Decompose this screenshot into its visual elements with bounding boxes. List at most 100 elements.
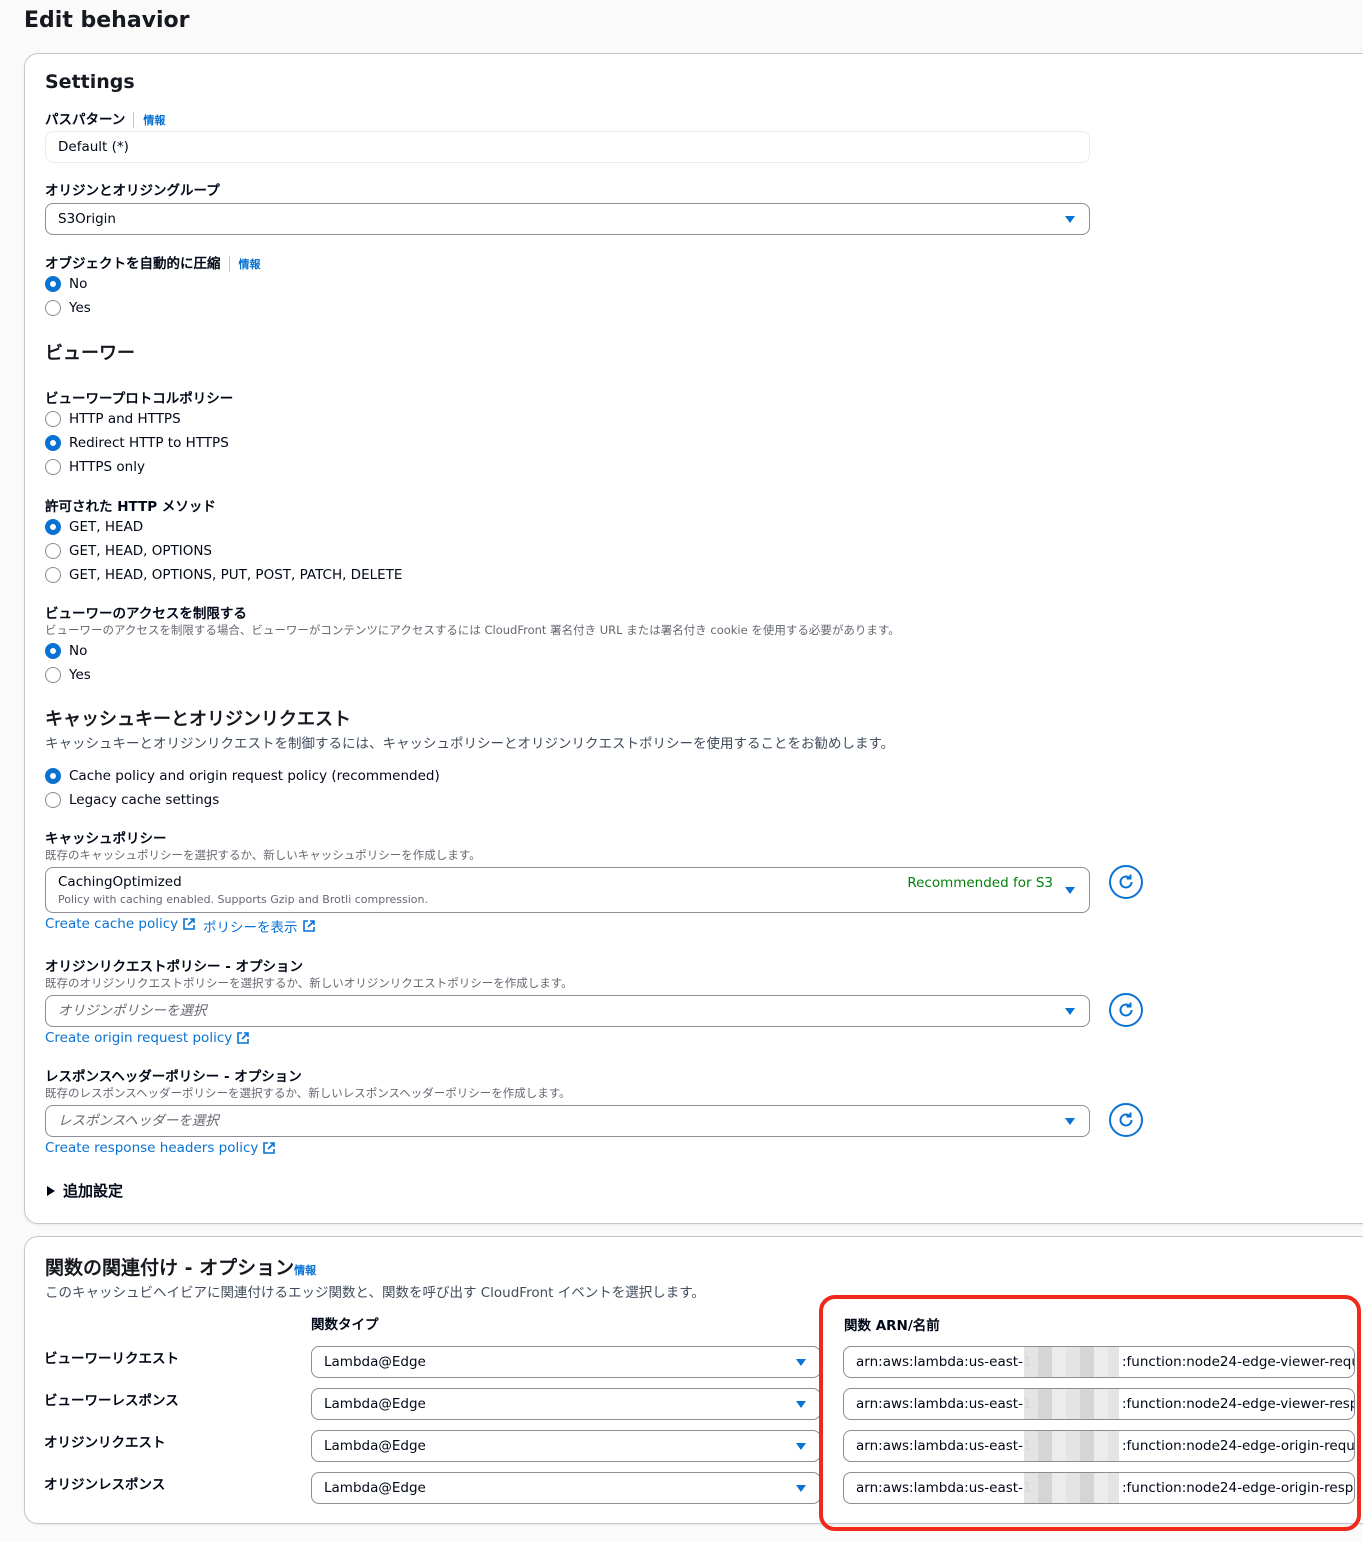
origin-request-policy-placeholder: オリジンポリシーを選択	[58, 1003, 207, 1019]
origin-select-value: S3Origin	[58, 211, 116, 227]
compress-option-no[interactable]: No	[45, 276, 87, 292]
settings-heading: Settings	[45, 71, 135, 93]
column-function-arn: 関数 ARN/名前	[844, 1318, 940, 1334]
methods-option-get-head[interactable]: GET, HEAD	[45, 519, 143, 535]
radio-selected[interactable]	[45, 519, 61, 535]
function-type-select-origin-response[interactable]: Lambda@Edge	[311, 1472, 821, 1504]
cache-heading: キャッシュキーとオリジンリクエスト	[45, 709, 351, 730]
redacted-account-id	[1024, 1473, 1119, 1503]
page-title: Edit behavior	[24, 8, 190, 33]
path-pattern-label: パスパターン 情報	[45, 112, 166, 128]
methods-option-all[interactable]: GET, HEAD, OPTIONS, PUT, POST, PATCH, DE…	[45, 567, 402, 583]
cache-policy-label: キャッシュポリシー	[45, 831, 167, 847]
redacted-account-id	[1024, 1389, 1119, 1419]
event-viewer-request: ビューワーリクエスト	[44, 1351, 179, 1367]
refresh-icon	[1119, 1112, 1133, 1127]
origin-label: オリジンとオリジングループ	[45, 183, 220, 199]
refresh-response-headers-policy-button[interactable]	[1109, 1103, 1143, 1137]
recommended-badge: Recommended for S3	[907, 875, 1053, 891]
origin-select[interactable]: S3Origin	[45, 203, 1090, 235]
protocol-option-redirect[interactable]: Redirect HTTP to HTTPS	[45, 435, 229, 451]
function-associations-heading: 関数の関連付け - オプション情報	[45, 1257, 317, 1279]
event-viewer-response: ビューワーレスポンス	[44, 1393, 179, 1409]
path-pattern-info-link[interactable]: 情報	[133, 112, 165, 128]
redacted-account-id	[1024, 1347, 1119, 1377]
restrict-option-yes[interactable]: Yes	[45, 667, 91, 683]
function-type-select-viewer-request[interactable]: Lambda@Edge	[311, 1346, 821, 1378]
function-arn-input-viewer-request[interactable]: arn:aws:lambda:us-east-1: :function:node…	[843, 1346, 1355, 1378]
function-arn-input-origin-response[interactable]: arn:aws:lambda:us-east-1: :function:node…	[843, 1472, 1355, 1504]
radio-unselected[interactable]	[45, 667, 61, 683]
viewer-heading: ビューワー	[45, 343, 135, 364]
protocol-option-https-only[interactable]: HTTPS only	[45, 459, 145, 475]
caret-down-icon	[1065, 1118, 1075, 1125]
path-pattern-field: Default (*)	[45, 131, 1090, 163]
function-arn-input-viewer-response[interactable]: arn:aws:lambda:us-east-1: :function:node…	[843, 1388, 1355, 1420]
methods-option-get-head-options[interactable]: GET, HEAD, OPTIONS	[45, 543, 212, 559]
refresh-icon	[1119, 874, 1133, 889]
settings-panel: Settings パスパターン 情報 Default (*) オリジンとオリジング…	[24, 53, 1363, 1224]
external-link-icon	[302, 920, 315, 932]
caret-down-icon	[796, 1401, 806, 1408]
create-origin-request-policy-link[interactable]: Create origin request policy	[45, 1030, 250, 1046]
view-policy-link[interactable]: ポリシーを表示	[203, 916, 315, 936]
radio-unselected[interactable]	[45, 459, 61, 475]
external-link-icon	[263, 1142, 276, 1154]
caret-right-icon	[47, 1185, 55, 1196]
cache-policy-select[interactable]: CachingOptimized Policy with caching ena…	[45, 867, 1090, 913]
response-headers-policy-placeholder: レスポンスヘッダーを選択	[58, 1113, 219, 1129]
additional-settings-toggle[interactable]: 追加設定	[47, 1180, 123, 1201]
radio-unselected[interactable]	[45, 300, 61, 316]
protocol-policy-label: ビューワープロトコルポリシー	[45, 391, 234, 407]
origin-request-policy-description: 既存のオリジンリクエストポリシーを選択するか、新しいオリジンリクエストポリシーを…	[45, 976, 573, 990]
restrict-access-label: ビューワーのアクセスを制限する	[45, 606, 247, 622]
response-headers-policy-select[interactable]: レスポンスヘッダーを選択	[45, 1105, 1090, 1137]
cache-description: キャッシュキーとオリジンリクエストを制御するには、キャッシュポリシーとオリジンリ…	[45, 736, 895, 752]
create-response-headers-policy-link[interactable]: Create response headers policy	[45, 1140, 276, 1156]
event-origin-request: オリジンリクエスト	[44, 1435, 166, 1451]
compress-label: オブジェクトを自動的に圧縮 情報	[45, 256, 261, 272]
external-link-icon	[183, 918, 195, 930]
radio-selected[interactable]	[45, 768, 61, 784]
origin-request-policy-select[interactable]: オリジンポリシーを選択	[45, 995, 1090, 1027]
radio-selected[interactable]	[45, 643, 61, 659]
response-headers-policy-label: レスポンスヘッダーポリシー - オプション	[45, 1069, 302, 1085]
restrict-access-description: ビューワーのアクセスを制限する場合、ビューワーがコンテンツにアクセスするには C…	[45, 623, 900, 637]
cache-policy-value-description: Policy with caching enabled. Supports Gz…	[58, 893, 429, 906]
refresh-icon	[1119, 1002, 1133, 1017]
create-cache-policy-link[interactable]: Create cache policy	[45, 916, 195, 932]
cache-mode-policy[interactable]: Cache policy and origin request policy (…	[45, 768, 440, 784]
radio-unselected[interactable]	[45, 792, 61, 808]
event-origin-response: オリジンレスポンス	[44, 1477, 166, 1493]
cache-mode-legacy[interactable]: Legacy cache settings	[45, 792, 219, 808]
function-type-select-viewer-response[interactable]: Lambda@Edge	[311, 1388, 821, 1420]
cache-policy-description: 既存のキャッシュポリシーを選択するか、新しいキャッシュポリシーを作成します。	[45, 848, 481, 862]
function-info-link[interactable]: 情報	[294, 1264, 316, 1277]
caret-down-icon	[796, 1359, 806, 1366]
external-link-icon	[237, 1032, 250, 1044]
compress-option-yes[interactable]: Yes	[45, 300, 91, 316]
function-arn-input-origin-request[interactable]: arn:aws:lambda:us-east-1: :function:node…	[843, 1430, 1355, 1462]
caret-down-icon	[1065, 1008, 1075, 1015]
restrict-option-no[interactable]: No	[45, 643, 87, 659]
compress-info-link[interactable]: 情報	[228, 256, 261, 272]
caret-down-icon	[1065, 216, 1075, 223]
radio-unselected[interactable]	[45, 543, 61, 559]
column-function-type: 関数タイプ	[311, 1317, 379, 1333]
radio-selected[interactable]	[45, 276, 61, 292]
refresh-origin-request-policy-button[interactable]	[1109, 993, 1143, 1027]
protocol-option-http-https[interactable]: HTTP and HTTPS	[45, 411, 181, 427]
redacted-account-id	[1024, 1431, 1119, 1461]
allowed-methods-label: 許可された HTTP メソッド	[45, 499, 216, 515]
origin-request-policy-label: オリジンリクエストポリシー - オプション	[45, 959, 304, 975]
refresh-cache-policy-button[interactable]	[1109, 865, 1143, 899]
caret-down-icon	[796, 1485, 806, 1492]
response-headers-policy-description: 既存のレスポンスヘッダーポリシーを選択するか、新しいレスポンスヘッダーポリシーを…	[45, 1086, 571, 1100]
function-associations-description: このキャッシュビヘイビアに関連付けるエッジ関数と、関数を呼び出す CloudFr…	[45, 1285, 705, 1301]
caret-down-icon	[796, 1443, 806, 1450]
radio-selected[interactable]	[45, 435, 61, 451]
radio-unselected[interactable]	[45, 567, 61, 583]
function-type-select-origin-request[interactable]: Lambda@Edge	[311, 1430, 821, 1462]
caret-down-icon	[1065, 887, 1075, 894]
radio-unselected[interactable]	[45, 411, 61, 427]
